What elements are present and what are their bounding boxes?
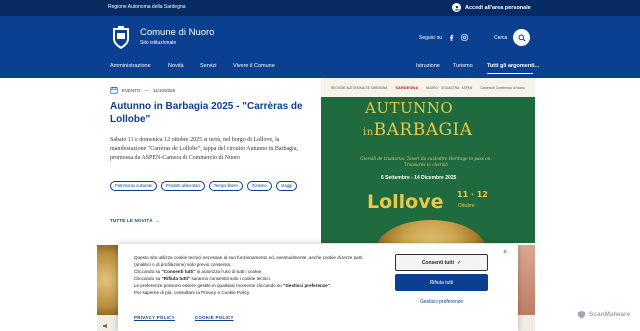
event-poster[interactable]: REGIONE AUTÒNOMA DE SARDIGNA SARDEGNA NU…: [321, 78, 535, 243]
poster-title-line1: AUTUNNO: [365, 99, 454, 117]
meta-separator: —: [144, 87, 149, 93]
user-icon: [452, 3, 461, 12]
speaker-icon: [103, 323, 107, 329]
article-tags: Patrimonio culturale Prodotti alimentari…: [110, 181, 310, 191]
all-news-label: TUTTE LE NOVITÀ: [110, 218, 153, 223]
poster-logos: REGIONE AUTÒNOMA DE SARDIGNA SARDEGNA NU…: [321, 78, 535, 97]
poster-dates: 6 Settembre - 14 Dicembre 2025: [381, 175, 457, 181]
login-link[interactable]: Accedi all'area personale: [452, 3, 531, 12]
facebook-icon[interactable]: [448, 34, 455, 41]
top-bar: Regione Autonoma della Sardegna Accedi a…: [0, 0, 640, 16]
cookie-text-part: Cliccando su: [134, 269, 162, 275]
cookie-text-part: si autorizza l'uso di tutti i cookie.: [195, 269, 263, 275]
instagram-icon[interactable]: [461, 34, 468, 41]
shield-icon: [577, 310, 586, 319]
nav-item-amministrazione[interactable]: Amministrazione: [110, 63, 151, 69]
cookie-paragraph: Per saperne di più, consultare la Privac…: [134, 290, 251, 296]
cookie-text-bold: "Rifiuta tutti": [161, 276, 191, 282]
poster-month: Ottobre: [458, 203, 475, 209]
tag-chip[interactable]: Viaggi: [275, 181, 298, 191]
site-subtitle: Sito istituzionale: [140, 40, 177, 46]
article-category: EVENTO: [122, 87, 141, 93]
privacy-policy-link[interactable]: PRIVACY POLICY: [134, 315, 175, 320]
poster-subtitle: Giorolli de tzuatorus. Tesori da custodi…: [360, 156, 492, 167]
search-area: Cerca: [494, 29, 531, 46]
cookie-text-bold: "Consenti tutti": [161, 269, 196, 275]
tag-chip[interactable]: Patrimonio culturale: [110, 181, 158, 191]
crest-icon[interactable]: [110, 25, 132, 51]
poster-days: 11 · 12: [457, 190, 488, 199]
tag-chip[interactable]: Turismo: [246, 181, 272, 191]
article-meta: EVENTO — 11/10/2025: [110, 86, 175, 94]
poster-title-line2: inBARBAGIA: [363, 120, 473, 140]
cookie-text-part: .: [329, 283, 332, 289]
article-title[interactable]: Autunno in Barbagia 2025 - "Carrèras de …: [110, 100, 310, 126]
check-icon: ✓: [457, 259, 462, 266]
article-lead: Sabato 11 e domenica 12 ottobre 2025 si …: [110, 137, 299, 161]
nav-item-vivere-il-comune[interactable]: Vivere il Comune: [233, 63, 275, 69]
login-label: Accedi all'area personale: [465, 4, 531, 11]
logo-sardegna: SARDEGNA: [395, 85, 419, 90]
cookie-paragraph: Cliccando su "Consenti tutti" si autoriz…: [134, 268, 370, 275]
cookie-text-part: Cliccando su: [134, 276, 162, 282]
search-button[interactable]: [513, 29, 531, 46]
logo-camera-commercio: Camera di Commercio di Nuoro: [480, 85, 526, 90]
news-card: EVENTO — 11/10/2025 Autunno in Barbagia …: [97, 78, 321, 243]
arrow-right-icon: →: [154, 218, 161, 223]
page-gutter: [535, 78, 640, 331]
header: Comune di Nuoro Sito istituzionale Segui…: [0, 16, 640, 58]
watermark-text: ScanMalware: [589, 311, 631, 318]
nav-item-tutti-gli-argomenti[interactable]: Tutti gli argomenti...: [487, 63, 539, 69]
tag-chip[interactable]: Prodotti alimentari: [161, 181, 205, 191]
card-thumbnail[interactable]: [97, 245, 118, 315]
logo-regione: REGIONE AUTÒNOMA DE SARDIGNA: [330, 85, 388, 90]
cookie-policy-link[interactable]: COOKIE POLICY: [195, 315, 234, 320]
cookie-banner: Questo sito utilizza cookie tecnici nece…: [118, 244, 518, 331]
region-link[interactable]: Regione Autonoma della Sardegna: [108, 4, 186, 10]
search-label: Cerca: [494, 34, 508, 41]
accept-all-button[interactable]: Consenti tutti ✓: [395, 254, 488, 271]
nav-item-turismo[interactable]: Turismo: [453, 63, 473, 69]
accept-all-label: Consenti tutti: [421, 259, 454, 266]
search-icon: [518, 33, 526, 42]
cookie-text-part: Le preferenze possono essere gestite in …: [134, 283, 284, 289]
cookie-text: Questo sito utilizza cookie tecnici nece…: [134, 254, 370, 297]
cookie-text-bold: "Gestisci preferenze": [283, 283, 330, 289]
nav-item-servizi[interactable]: Servizi: [200, 63, 217, 69]
cookie-paragraph: Le preferenze possono essere gestite in …: [134, 282, 370, 289]
article-date: 11/10/2025: [152, 87, 176, 93]
cookie-links: PRIVACY POLICY COOKIE POLICY: [134, 315, 234, 320]
all-news-link[interactable]: TUTTE LE NOVITÀ →: [110, 218, 160, 223]
watermark: ScanMalware: [577, 310, 630, 319]
poster-title-barbagia: BARBAGIA: [373, 120, 473, 140]
nav-item-novita[interactable]: Novità: [168, 63, 184, 69]
logo-aspen: NUORO · OGLIASTRA · ASPEN: [426, 85, 473, 90]
site-title[interactable]: Comune di Nuoro: [140, 27, 214, 38]
follow-label: Seguici su: [419, 34, 443, 41]
social-links: Seguici su: [419, 34, 468, 41]
nav-item-istruzione[interactable]: Istruzione: [416, 63, 440, 69]
poster-title-in: in: [363, 127, 374, 138]
cookie-text-part: saranno consentiti solo i cookie tecnici…: [190, 276, 271, 282]
nav-active-underline: [487, 73, 533, 74]
poster-bread-image: [376, 220, 486, 243]
poster-place: Lollove: [367, 191, 444, 213]
tag-chip[interactable]: Tempo libero: [208, 181, 243, 191]
reject-all-button[interactable]: Rifiuta tutti: [395, 274, 488, 291]
calendar-icon: [110, 86, 118, 94]
close-icon[interactable]: ×: [503, 249, 507, 256]
main-nav: Amministrazione Novità Servizi Vivere il…: [0, 58, 640, 78]
cookie-paragraph: Cliccando su "Rifiuta tutti" saranno con…: [134, 275, 370, 282]
manage-preferences-button[interactable]: Gestisci preferenze: [395, 294, 488, 309]
cookie-paragraph: Questo sito utilizza cookie tecnici nece…: [134, 255, 363, 268]
